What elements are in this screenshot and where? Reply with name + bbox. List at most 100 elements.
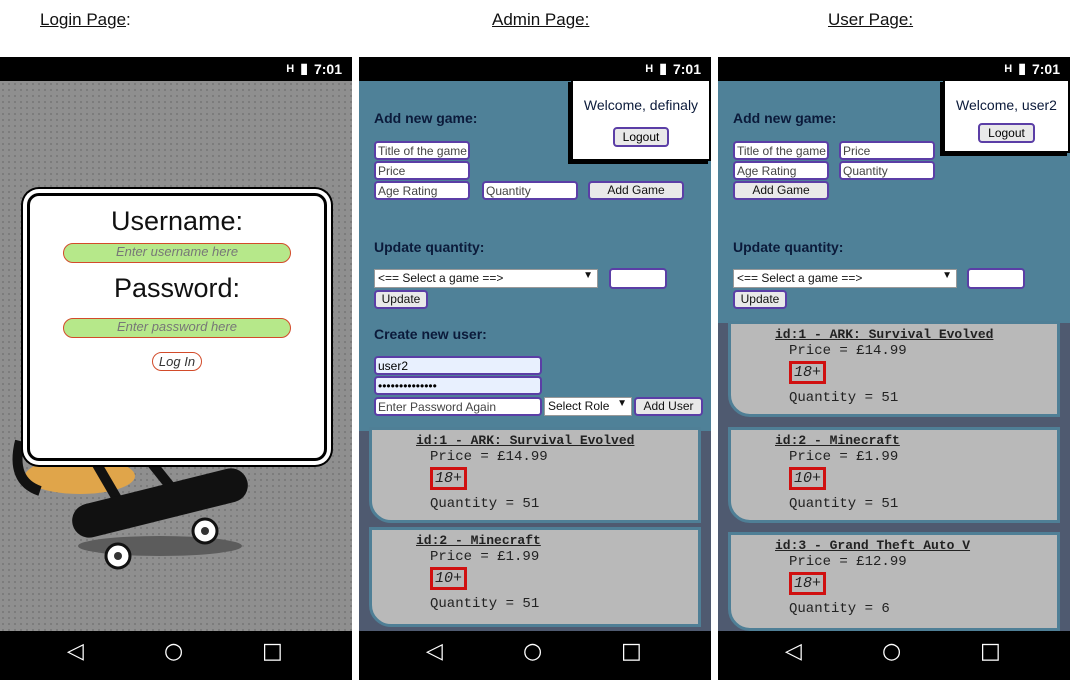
- new-password-input[interactable]: ••••••••••••••: [374, 376, 542, 395]
- battery-icon: ▮: [300, 60, 308, 76]
- welcome-panel: Welcome, user2 Logout: [943, 79, 1070, 153]
- status-bar: H ▮ 7:01: [718, 57, 1070, 81]
- add-game-button[interactable]: Add Game: [588, 181, 684, 200]
- game-list: id:1 - ARK: Survival Evolved Price = £14…: [359, 427, 711, 631]
- game-title: id:2 - Minecraft: [775, 433, 900, 448]
- login-form: Username: Enter username here Password: …: [27, 193, 327, 461]
- home-icon[interactable]: ○: [164, 639, 183, 664]
- game-card: id:3 - Grand Theft Auto V Price = £12.99…: [728, 532, 1060, 631]
- dropdown-arrow-icon: ▼: [617, 398, 627, 409]
- update-quantity-input[interactable]: [609, 268, 667, 289]
- home-icon[interactable]: ○: [882, 639, 901, 664]
- update-quantity-title: Update quantity:: [374, 239, 485, 255]
- price-input[interactable]: Price: [839, 141, 935, 160]
- nav-bar: ◁ ○ □: [718, 631, 1070, 680]
- admin-page-caption: Admin Page:: [492, 10, 590, 29]
- game-quantity: Quantity = 51: [789, 390, 899, 406]
- game-quantity: Quantity = 6: [789, 601, 890, 617]
- age-rating-input[interactable]: Age Rating: [733, 161, 829, 180]
- username-label: Username:: [110, 206, 244, 236]
- game-card: id:1 - ARK: Survival Evolved Price = £14…: [728, 321, 1060, 417]
- game-card: id:2 - Minecraft Price = £1.99 10+ Quant…: [728, 427, 1060, 523]
- recent-apps-icon[interactable]: □: [980, 639, 1001, 664]
- quantity-input[interactable]: Quantity: [839, 161, 935, 180]
- recent-apps-icon[interactable]: □: [262, 639, 283, 664]
- welcome-text: Welcome, definaly: [583, 97, 699, 113]
- game-title: id:1 - ARK: Survival Evolved: [775, 327, 994, 342]
- game-card: id:2 - Minecraft Price = £1.99 10+ Quant…: [369, 527, 701, 627]
- logout-button[interactable]: Logout: [612, 127, 670, 147]
- add-user-button[interactable]: Add User: [634, 397, 703, 416]
- login-phone-screen: H ▮ 7:01 Username: Enter username here Pas…: [0, 57, 352, 680]
- age-rating-input[interactable]: Age Rating: [374, 181, 470, 200]
- signal-icon: H: [1004, 62, 1013, 75]
- game-quantity: Quantity = 51: [430, 496, 540, 512]
- recent-apps-icon[interactable]: □: [621, 639, 642, 664]
- update-button[interactable]: Update: [733, 290, 787, 309]
- back-icon[interactable]: ◁: [785, 639, 802, 664]
- user-phone-screen: H ▮ 7:01 Add new game: Title of the game P…: [718, 57, 1070, 680]
- game-title: id:3 - Grand Theft Auto V: [775, 538, 971, 553]
- signal-icon: H: [286, 62, 295, 75]
- add-game-title: Add new game:: [374, 110, 478, 126]
- update-quantity-title: Update quantity:: [733, 239, 844, 255]
- update-button[interactable]: Update: [374, 290, 428, 309]
- age-rating-badge: 18+: [430, 467, 468, 490]
- password-label: Password:: [113, 273, 241, 303]
- welcome-panel: Welcome, definaly Logout: [571, 79, 711, 161]
- game-title: id:2 - Minecraft: [416, 533, 541, 548]
- user-page-caption: User Page:: [828, 10, 914, 29]
- age-rating-badge: 18+: [789, 361, 827, 384]
- game-price: Price = £1.99: [430, 549, 540, 565]
- welcome-text: Welcome, user2: [956, 97, 1057, 113]
- game-title-input[interactable]: Title of the game: [733, 141, 829, 160]
- password-again-input[interactable]: Enter Password Again: [374, 397, 542, 416]
- new-username-input[interactable]: user2: [374, 356, 542, 375]
- dropdown-arrow-icon: ▼: [942, 270, 952, 281]
- login-page-caption: Login Page:: [40, 10, 131, 29]
- select-game-dropdown[interactable]: <== Select a game ==> ▼: [733, 269, 957, 288]
- game-card: id:1 - ARK: Survival Evolved Price = £14…: [369, 427, 701, 523]
- status-time: 7:01: [672, 60, 701, 77]
- age-rating-badge: 10+: [789, 467, 827, 490]
- add-game-button[interactable]: Add Game: [733, 181, 829, 200]
- nav-bar: ◁ ○ □: [359, 631, 711, 680]
- battery-icon: ▮: [659, 60, 667, 76]
- back-icon[interactable]: ◁: [426, 639, 443, 664]
- game-quantity: Quantity = 51: [430, 596, 540, 612]
- age-rating-badge: 10+: [430, 567, 468, 590]
- back-icon[interactable]: ◁: [67, 639, 84, 664]
- username-input[interactable]: Enter username here: [63, 243, 291, 263]
- select-game-value: <== Select a game ==>: [737, 271, 863, 285]
- game-quantity: Quantity = 51: [789, 496, 899, 512]
- price-input[interactable]: Price: [374, 161, 470, 180]
- game-title: id:1 - ARK: Survival Evolved: [416, 433, 635, 448]
- select-role-dropdown[interactable]: Select Role ▼: [544, 397, 632, 416]
- password-input[interactable]: Enter password here: [63, 318, 291, 338]
- game-price: Price = £12.99: [789, 554, 907, 570]
- create-user-title: Create new user:: [374, 326, 487, 342]
- select-game-value: <== Select a game ==>: [378, 271, 504, 285]
- status-time: 7:01: [1031, 60, 1060, 77]
- select-role-value: Select Role: [548, 399, 610, 413]
- age-rating-badge: 18+: [789, 572, 827, 595]
- signal-icon: H: [645, 62, 654, 75]
- status-bar: H ▮ 7:01: [0, 57, 352, 81]
- select-game-dropdown[interactable]: <== Select a game ==> ▼: [374, 269, 598, 288]
- game-price: Price = £14.99: [430, 449, 548, 465]
- status-time: 7:01: [313, 60, 342, 77]
- status-bar: H ▮ 7:01: [359, 57, 711, 81]
- dropdown-arrow-icon: ▼: [583, 270, 593, 281]
- game-list: id:1 - ARK: Survival Evolved Price = £14…: [718, 321, 1070, 631]
- add-game-title: Add new game:: [733, 110, 837, 126]
- logout-button[interactable]: Logout: [978, 123, 1035, 143]
- game-price: Price = £1.99: [789, 449, 899, 465]
- update-quantity-input[interactable]: [967, 268, 1025, 289]
- quantity-input[interactable]: Quantity: [482, 181, 578, 200]
- battery-icon: ▮: [1018, 60, 1026, 76]
- home-icon[interactable]: ○: [523, 639, 542, 664]
- game-title-input[interactable]: Title of the game: [374, 141, 470, 160]
- nav-bar: ◁ ○ □: [0, 631, 352, 680]
- login-button[interactable]: Log In: [151, 352, 203, 371]
- admin-phone-screen: H ▮ 7:01 Add new game: Title of the game P…: [359, 57, 711, 680]
